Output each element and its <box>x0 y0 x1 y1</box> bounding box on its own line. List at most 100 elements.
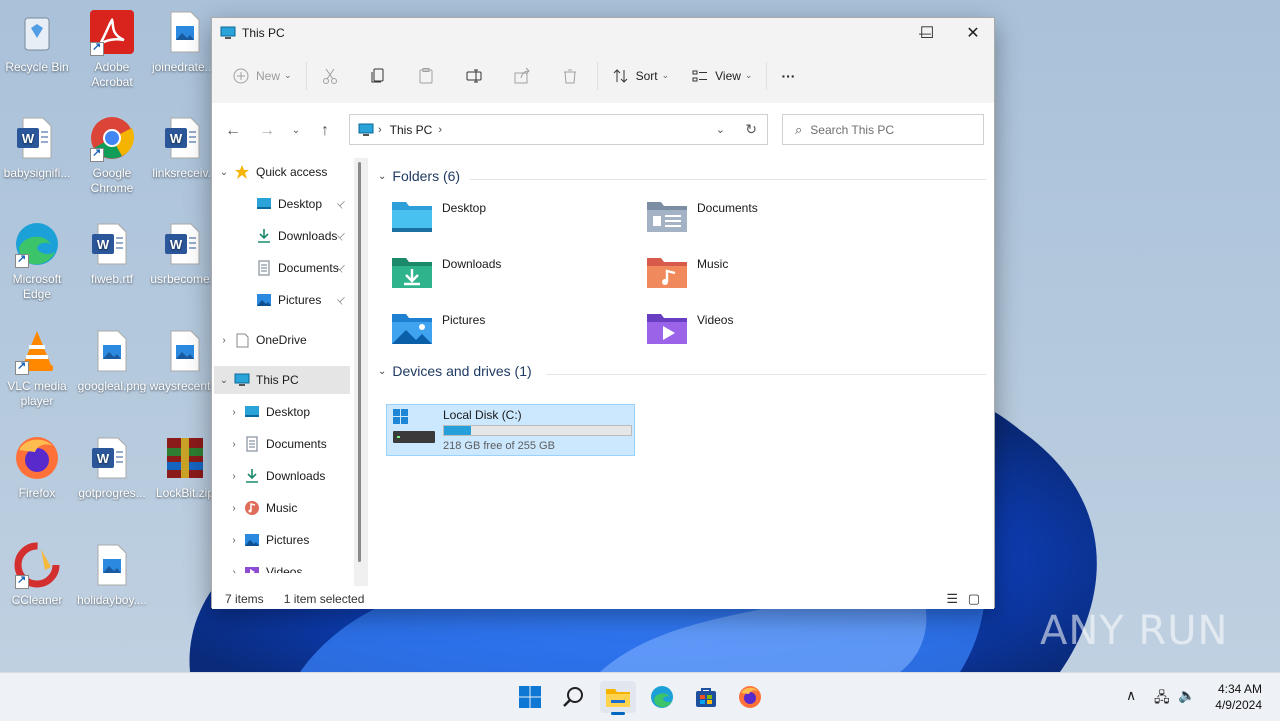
firefox-icon <box>13 434 61 482</box>
nav-item[interactable]: Downloads ⊥ <box>214 222 350 250</box>
details-view-icon[interactable]: ☰ <box>946 591 958 607</box>
folder-item[interactable]: Downloads <box>390 254 620 302</box>
taskbar-search-button[interactable] <box>556 681 592 713</box>
sort-icon <box>613 68 627 83</box>
taskbar-firefox[interactable] <box>732 681 768 713</box>
chevron-down-icon[interactable]: ⌄ <box>214 375 234 386</box>
volume-icon[interactable]: 🔈 <box>1178 687 1195 704</box>
copy-button[interactable] <box>361 60 395 92</box>
chevron-right-icon[interactable]: › <box>214 335 234 346</box>
nav-item[interactable]: › OneDrive <box>214 326 350 354</box>
nav-item[interactable]: › Documents <box>214 430 350 458</box>
up-button[interactable]: ↑ <box>308 116 342 146</box>
nav-item[interactable]: ⌄ Quick access <box>214 158 350 186</box>
chrome-icon <box>88 114 136 162</box>
nav-item[interactable]: › Videos <box>214 558 350 573</box>
system-clock[interactable]: 4:34 AM 4/9/2024 <box>1215 681 1262 713</box>
nav-item[interactable]: › Pictures <box>214 526 350 554</box>
new-button[interactable]: New ⌄ <box>224 60 300 92</box>
pc-icon <box>220 26 236 39</box>
paste-button[interactable] <box>409 60 443 92</box>
nav-item[interactable]: Pictures ⊥ <box>214 286 350 314</box>
view-button[interactable]: View ⌄ <box>683 60 760 92</box>
desktop-icon[interactable]: Firefox <box>0 434 74 501</box>
ccleaner-icon <box>13 541 61 589</box>
tiles-view-icon[interactable]: ▢ <box>968 591 980 607</box>
address-dropdown-icon[interactable]: ⌄ <box>716 123 725 136</box>
sort-button[interactable]: Sort ⌄ <box>604 60 678 92</box>
refresh-icon[interactable]: ↻ <box>745 121 757 138</box>
folders-group-header[interactable]: ⌄ Folders (6) <box>378 168 460 184</box>
chevron-right-icon[interactable]: › <box>224 567 244 574</box>
more-options-button[interactable]: ··· <box>773 60 803 92</box>
desktop-icon-label: Adobe Acrobat <box>91 60 133 89</box>
folder-item[interactable]: Documents <box>645 198 875 246</box>
windows-logo-icon <box>519 686 541 708</box>
chevron-down-icon[interactable]: ⌄ <box>214 167 234 178</box>
chevron-right-icon[interactable]: › <box>224 503 244 514</box>
desktop-icon[interactable]: VLC media player <box>0 327 74 409</box>
documents-icon <box>258 260 270 276</box>
folder-item[interactable]: Pictures <box>390 310 620 358</box>
desktop-icon[interactable]: Wgotprogres... <box>75 434 149 501</box>
nav-item[interactable]: › Desktop <box>214 398 350 426</box>
back-button[interactable]: ← <box>216 116 250 146</box>
word-doc-icon: W <box>161 114 209 162</box>
nav-item[interactable]: › Music <box>214 494 350 522</box>
recent-locations-button[interactable]: ⌄ <box>284 116 308 146</box>
folder-item[interactable]: Videos <box>645 310 875 358</box>
rename-button[interactable] <box>457 60 491 92</box>
image-file-icon <box>161 327 209 375</box>
maximize-button[interactable]: ☐ <box>904 18 950 48</box>
desktop-icon[interactable]: googleal.png <box>75 327 149 394</box>
desktop-icon[interactable]: Wbabysignifi... <box>0 114 74 181</box>
desktop-icon[interactable]: holidayboy.... <box>75 541 149 608</box>
chevron-right-icon[interactable]: › <box>224 471 244 482</box>
delete-button[interactable] <box>553 60 587 92</box>
breadcrumb-this-pc[interactable]: This PC <box>390 123 433 137</box>
search-input[interactable] <box>808 121 963 138</box>
close-button[interactable]: ✕ <box>950 18 996 48</box>
pin-icon: ⊥ <box>334 293 349 307</box>
edge-icon <box>13 220 61 268</box>
chevron-right-icon[interactable]: › <box>224 535 244 546</box>
navigation-scrollbar[interactable] <box>354 158 368 586</box>
network-icon[interactable]: 🖧 <box>1154 687 1170 711</box>
folder-label: Downloads <box>442 257 502 271</box>
folder-item[interactable]: Music <box>645 254 875 302</box>
desktop-icon[interactable]: Adobe Acrobat <box>75 8 149 90</box>
breadcrumb-separator-icon: › <box>438 123 443 136</box>
svg-text:W: W <box>170 237 183 252</box>
nav-item[interactable]: › Downloads <box>214 462 350 490</box>
desktop-icon-label: Firefox <box>18 486 56 500</box>
address-bar[interactable]: › This PC › ⌄ ↻ <box>349 114 768 145</box>
devices-group-header[interactable]: ⌄ Devices and drives (1) <box>378 363 532 379</box>
scrollbar-thumb[interactable] <box>358 162 361 562</box>
folder-item[interactable]: Desktop <box>390 198 620 246</box>
desktop-icon[interactable]: Wfiweb.rtf <box>75 220 149 287</box>
title-bar[interactable]: This PC <box>212 18 994 48</box>
search-box[interactable]: ⌕ <box>782 114 984 145</box>
desktop-icon-label: Google Chrome <box>90 166 134 195</box>
desktop-icon[interactable]: Google Chrome <box>75 114 149 196</box>
nav-item[interactable]: Documents ⊥ <box>214 254 350 282</box>
chevron-right-icon[interactable]: › <box>224 407 244 418</box>
toolbar-separator <box>596 61 598 90</box>
taskbar-edge[interactable] <box>644 681 680 713</box>
folder-label: Music <box>697 257 729 271</box>
show-hidden-icons-button[interactable]: ∧ <box>1126 687 1136 704</box>
desktop-icon[interactable]: Microsoft Edge <box>0 220 74 302</box>
nav-item[interactable]: Desktop ⊥ <box>214 190 350 218</box>
taskbar-store[interactable] <box>688 681 724 713</box>
start-button[interactable] <box>512 681 548 713</box>
search-icon: ⌕ <box>795 121 803 137</box>
share-button[interactable] <box>505 60 539 92</box>
cut-button[interactable] <box>313 60 347 92</box>
chevron-right-icon[interactable]: › <box>224 439 244 450</box>
drive-item-local-disk[interactable]: Local Disk (C:) 218 GB free of 255 GB <box>386 404 635 456</box>
desktop-icon[interactable]: Recycle Bin <box>0 8 74 75</box>
taskbar-file-explorer[interactable] <box>600 681 636 715</box>
desktop-icon[interactable]: CCleaner <box>0 541 74 608</box>
nav-item[interactable]: ⌄ This PC <box>214 366 350 394</box>
forward-button[interactable]: → <box>250 116 284 146</box>
